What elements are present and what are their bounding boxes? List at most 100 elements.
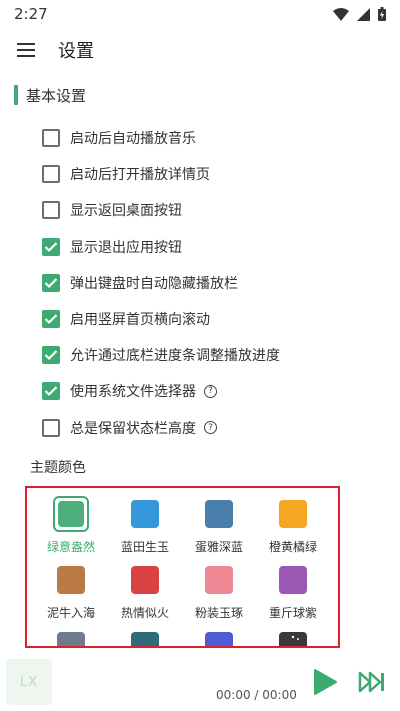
theme-name: 蛋雅深蓝 — [194, 540, 243, 554]
setting-option-label: 使用系统文件选择器 — [70, 384, 196, 401]
next-button[interactable] — [358, 671, 386, 693]
setting-option[interactable]: 启用竖屏首页横向滚动 — [42, 301, 382, 337]
setting-option[interactable]: 启动后打开播放详情页 — [42, 156, 382, 192]
theme-option[interactable] — [183, 625, 255, 646]
setting-option-label: 启动后打开播放详情页 — [70, 167, 210, 184]
theme-swatch — [58, 501, 84, 527]
theme-swatch — [205, 632, 233, 646]
checkbox-checked[interactable] — [42, 273, 60, 292]
theme-name: 蓝田生玉 — [120, 540, 169, 554]
settings-checklist: 启动后自动播放音乐 启动后打开播放详情页 显示返回桌面按钮 显示退出应用按钮弹出键盘时… — [42, 120, 382, 446]
theme-swatch-frame — [53, 496, 89, 532]
wifi-icon — [333, 7, 349, 21]
checkbox-checked[interactable] — [42, 237, 60, 256]
theme-swatch — [131, 632, 159, 646]
setting-option[interactable]: 显示返回桌面按钮 — [42, 192, 382, 228]
theme-swatch — [279, 500, 307, 528]
setting-option-label: 显示返回桌面按钮 — [70, 203, 182, 220]
theme-swatch — [57, 566, 85, 594]
setting-option-label: 显示退出应用按钮 — [70, 239, 182, 256]
battery-icon — [378, 7, 386, 21]
setting-option[interactable]: 启动后自动播放音乐 — [42, 120, 382, 156]
theme-option[interactable]: 热情似火 — [109, 559, 181, 625]
theme-grid: 绿意盎然 蓝田生玉 蛋雅深蓝 橙黄橘绿泥牛入海 热情似火 粉装玉琢 重斤球紫 — [35, 493, 335, 646]
theme-swatch-frame — [53, 628, 89, 646]
theme-option[interactable]: 蛋雅深蓝 — [183, 493, 255, 559]
theme-name: 热情似火 — [120, 606, 169, 620]
theme-swatch-frame — [201, 628, 237, 646]
theme-option[interactable] — [257, 625, 329, 646]
theme-option[interactable]: 泥牛入海 — [35, 559, 107, 625]
checkmark-icon — [44, 278, 58, 288]
hamburger-menu-icon — [17, 43, 35, 57]
app-header: 设置 — [0, 28, 400, 72]
theme-name: 泥牛入海 — [46, 606, 95, 620]
setting-option-label: 允许通过底栏进度条调整播放进度 — [70, 348, 280, 365]
setting-option[interactable]: 使用系统文件选择器? — [42, 373, 382, 409]
theme-swatch-frame — [275, 628, 311, 646]
checkbox-checked[interactable] — [42, 346, 60, 365]
theme-swatch-frame — [53, 562, 89, 598]
theme-option[interactable]: 绿意盎然 — [35, 493, 107, 559]
theme-option[interactable]: 橙黄橘绿 — [257, 493, 329, 559]
player-time: 00:00 / 00:00 — [216, 688, 297, 702]
theme-option[interactable]: 蓝田生玉 — [109, 493, 181, 559]
setting-option[interactable]: 弹出键盘时自动隐藏播放栏 — [42, 265, 382, 301]
setting-option[interactable]: 显示退出应用按钮 — [42, 229, 382, 265]
page-title: 设置 — [58, 41, 94, 62]
theme-color-label: 主题颜色 — [30, 460, 86, 476]
player-bar: LX 00:00 / 00:00 — [0, 653, 400, 711]
theme-swatch — [279, 632, 307, 646]
checkmark-icon — [44, 350, 58, 361]
checkmark-icon — [44, 386, 58, 397]
theme-swatch-frame — [201, 562, 237, 598]
theme-swatch — [279, 566, 307, 594]
theme-swatch-frame — [127, 562, 163, 598]
theme-option[interactable] — [109, 625, 181, 646]
menu-button[interactable] — [0, 28, 52, 72]
theme-swatch-frame — [127, 628, 163, 646]
theme-swatch-frame — [275, 562, 311, 598]
theme-swatch — [205, 500, 233, 528]
theme-swatch — [131, 566, 159, 594]
setting-option[interactable]: 总是保留状态栏高度? — [42, 410, 382, 446]
setting-option-label: 弹出键盘时自动隐藏播放栏 — [70, 275, 238, 292]
signal-icon — [357, 7, 370, 21]
checkbox-checked[interactable] — [42, 310, 60, 329]
skip-next-icon — [358, 671, 384, 693]
checkbox-unchecked[interactable] — [42, 129, 60, 148]
help-icon[interactable]: ? — [204, 384, 217, 398]
theme-option[interactable] — [35, 625, 107, 646]
theme-name: 绿意盎然 — [46, 540, 95, 554]
theme-option[interactable]: 粉装玉琢 — [183, 559, 255, 625]
theme-option[interactable]: 重斤球紫 — [257, 559, 329, 625]
status-icons — [333, 7, 386, 21]
theme-name: 重斤球紫 — [268, 606, 317, 620]
play-icon — [314, 669, 337, 695]
theme-swatch — [205, 566, 233, 594]
setting-option[interactable]: 允许通过底栏进度条调整播放进度 — [42, 337, 382, 373]
checkmark-icon — [44, 241, 58, 252]
theme-grid-highlight: 绿意盎然 蓝田生玉 蛋雅深蓝 橙黄橘绿泥牛入海 热情似火 粉装玉琢 重斤球紫 — [25, 486, 340, 648]
theme-name: 橙黄橘绿 — [268, 540, 317, 554]
theme-name: 粉装玉琢 — [194, 606, 243, 620]
section-header: 基本设置 — [14, 82, 86, 108]
checkbox-unchecked[interactable] — [42, 201, 60, 220]
dark-theme-icon — [291, 635, 299, 640]
player-cover[interactable]: LX — [6, 659, 52, 705]
checkbox-unchecked[interactable] — [42, 165, 60, 184]
theme-swatch — [57, 632, 85, 646]
setting-option-label: 启动后自动播放音乐 — [70, 131, 196, 148]
setting-option-label: 总是保留状态栏高度 — [70, 420, 196, 437]
help-icon[interactable]: ? — [204, 421, 217, 435]
checkmark-icon — [44, 314, 58, 325]
checkbox-checked[interactable] — [42, 382, 60, 401]
status-time: 2:27 — [14, 5, 48, 23]
status-bar: 2:27 — [0, 0, 400, 28]
play-button[interactable] — [312, 668, 338, 696]
theme-swatch-frame — [201, 496, 237, 532]
setting-option-label: 启用竖屏首页横向滚动 — [70, 312, 210, 329]
checkbox-unchecked[interactable] — [42, 418, 60, 437]
theme-swatch-frame — [275, 496, 311, 532]
theme-swatch-frame — [127, 496, 163, 532]
